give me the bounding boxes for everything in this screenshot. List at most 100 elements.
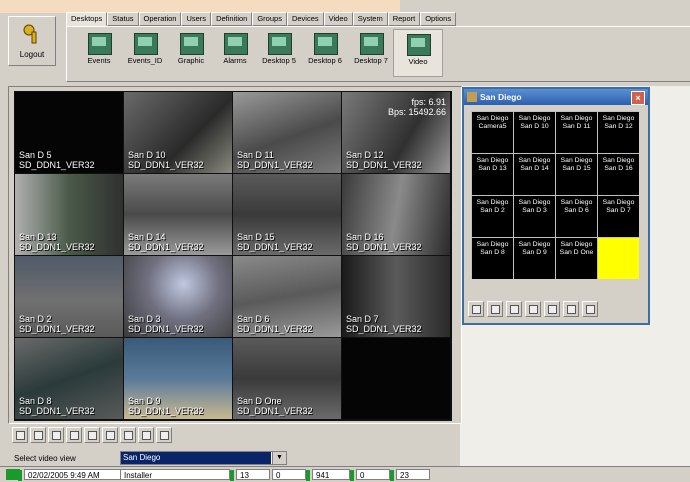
layout-1x1-button[interactable] <box>12 427 28 443</box>
desktop-events-button[interactable]: Events <box>75 29 123 75</box>
desktop-label: Video <box>408 57 428 66</box>
video-cell[interactable]: San D 11 SD_DDN1_VER32 <box>233 92 341 173</box>
desktop-video-button[interactable]: Video <box>393 29 443 77</box>
video-cell[interactable]: San D 15 SD_DDN1_VER32 <box>233 174 341 255</box>
save-view-button[interactable] <box>102 427 118 443</box>
video-cell[interactable]: San D 8 SD_DDN1_VER32 <box>15 338 123 419</box>
exit-button[interactable] <box>156 427 172 443</box>
camera-tile[interactable]: San Diego San D 12 <box>598 112 639 153</box>
tab-desktops[interactable]: Desktops <box>66 12 108 26</box>
video-view-value: San Diego <box>121 452 271 464</box>
camera-id: SD_DDN1_VER32 <box>346 242 422 252</box>
grid-icon-button[interactable] <box>544 301 560 317</box>
camera-tile[interactable]: San Diego San D 6 <box>556 196 597 237</box>
video-cell[interactable]: San D 9 SD_DDN1_VER32 <box>124 338 232 419</box>
video-grid: San D 5 SD_DDN1_VER32 San D 10 SD_DDN1_VER… <box>14 91 452 421</box>
camera-tile[interactable]: San Diego San D 13 <box>472 154 513 195</box>
status-led-icon <box>306 470 310 481</box>
layout-2x2-button[interactable] <box>30 427 46 443</box>
camera-tile[interactable]: San Diego San D 11 <box>556 112 597 153</box>
video-cell[interactable]: San D 6 SD_DDN1_VER32 <box>233 256 341 337</box>
video-cell[interactable]: San D One SD_DDN1_VER32 <box>233 338 341 419</box>
camera-tile[interactable]: San Diego San D 15 <box>556 154 597 195</box>
chevron-down-icon[interactable]: ▼ <box>272 452 286 464</box>
window-title: San Diego <box>480 92 522 102</box>
camera-tile[interactable]: San Diego Camera5 <box>472 112 513 153</box>
window-title-bar[interactable]: San Diego × <box>464 89 648 105</box>
desktop-label: Graphic <box>177 56 205 65</box>
camera-name: San D 2 <box>19 314 52 324</box>
help-button[interactable] <box>138 427 154 443</box>
camera-tile[interactable]: San Diego San D 10 <box>514 112 555 153</box>
status-user: Installer <box>120 469 230 480</box>
layout-4x4-button[interactable] <box>525 301 541 317</box>
desktop-7-button[interactable]: Desktop 7 <box>347 29 395 75</box>
camera-id: SD_DDN1_VER32 <box>128 324 204 334</box>
video-cell[interactable]: San D 13 SD_DDN1_VER32 <box>15 174 123 255</box>
video-cell[interactable]: San D 5 SD_DDN1_VER32 <box>15 92 123 173</box>
camera-id: SD_DDN1_VER32 <box>346 324 422 334</box>
logout-label: Logout <box>19 50 45 59</box>
new-view-button[interactable] <box>84 427 100 443</box>
tab-groups[interactable]: Groups <box>252 12 287 26</box>
desktop-6-button[interactable]: Desktop 6 <box>301 29 349 75</box>
desktop-toolbar: Events Events_ID Graphic Alarms Desktop … <box>66 26 690 82</box>
camera-selector-grid: San Diego Camera5 San Diego San D 10 San D… <box>471 111 639 279</box>
video-cell[interactable]: San D 3 SD_DDN1_VER32 <box>124 256 232 337</box>
video-cell[interactable]: San D 2 SD_DDN1_VER32 <box>15 256 123 337</box>
camera-tile[interactable]: San Diego San D 8 <box>472 238 513 279</box>
video-cell[interactable]: San D 10 SD_DDN1_VER32 <box>124 92 232 173</box>
monitor-icon <box>314 33 338 55</box>
tab-operation[interactable]: Operation <box>138 12 182 26</box>
camera-name: San D 10 <box>128 150 166 160</box>
camera-tile[interactable]: San Diego San D 14 <box>514 154 555 195</box>
layout-2x2-button[interactable] <box>487 301 503 317</box>
desktop-alarms-button[interactable]: Alarms <box>211 29 259 75</box>
tab-report[interactable]: Report <box>387 12 421 26</box>
tab-options[interactable]: Options <box>420 12 457 26</box>
close-icon[interactable]: × <box>631 91 645 105</box>
grid-layout-toolbar <box>12 427 182 445</box>
tab-status[interactable]: Status <box>107 12 139 26</box>
camera-id: SD_DDN1_VER32 <box>19 406 95 416</box>
layout-4x4-button[interactable] <box>66 427 82 443</box>
desktop-label: Desktop 6 <box>308 56 342 65</box>
camera-tile[interactable]: San Diego San D 2 <box>472 196 513 237</box>
tab-video[interactable]: Video <box>323 12 353 26</box>
status-count-2: 0 <box>272 469 306 480</box>
video-cell-empty[interactable] <box>342 338 450 419</box>
camera-name: San D 7 <box>346 314 379 324</box>
window-toolbar <box>468 301 638 317</box>
tab-system[interactable]: System <box>352 12 388 26</box>
status-led-icon <box>390 470 394 481</box>
status-count-5: 23 <box>390 469 430 481</box>
video-cell[interactable]: San D 7 SD_DDN1_VER32 <box>342 256 450 337</box>
desktop-5-button[interactable]: Desktop 5 <box>255 29 303 75</box>
monitor-icon <box>360 33 384 55</box>
layout-3x3-button[interactable] <box>48 427 64 443</box>
layout-1x1-button[interactable] <box>468 301 484 317</box>
tab-definition[interactable]: Definition <box>211 12 253 26</box>
layout-3x3-button[interactable] <box>506 301 522 317</box>
camera-tile[interactable]: San Diego San D 9 <box>514 238 555 279</box>
video-cell[interactable]: San D 16 SD_DDN1_VER32 <box>342 174 450 255</box>
video-view-select[interactable]: San Diego ▼ <box>120 451 287 465</box>
camera-tile[interactable]: San Diego San D One <box>556 238 597 279</box>
camera-tile[interactable]: San Diego San D 3 <box>514 196 555 237</box>
settings-icon-button[interactable] <box>563 301 579 317</box>
camera-tile[interactable]: San Diego San D 7 <box>598 196 639 237</box>
camera-id: SD_DDN1_VER32 <box>237 160 313 170</box>
camera-tile[interactable]: San Diego San D 16 <box>598 154 639 195</box>
video-cell[interactable]: fps: 6.91 Bps: 15492.66 San D 12 SD_DDN1_VE… <box>342 92 450 173</box>
desktop-label: Desktop 5 <box>262 56 296 65</box>
video-cell[interactable]: San D 14 SD_DDN1_VER32 <box>124 174 232 255</box>
tab-devices[interactable]: Devices <box>286 12 324 26</box>
grid-icon-button[interactable] <box>120 427 136 443</box>
exit-button[interactable] <box>582 301 598 317</box>
logout-button[interactable]: Logout <box>8 16 56 66</box>
camera-tile-selected[interactable] <box>598 238 639 279</box>
desktop-graphic-button[interactable]: Graphic <box>167 29 215 75</box>
desktop-events-id-button[interactable]: Events_ID <box>121 29 169 75</box>
camera-name: San D 6 <box>237 314 270 324</box>
tab-users[interactable]: Users <box>181 12 212 26</box>
